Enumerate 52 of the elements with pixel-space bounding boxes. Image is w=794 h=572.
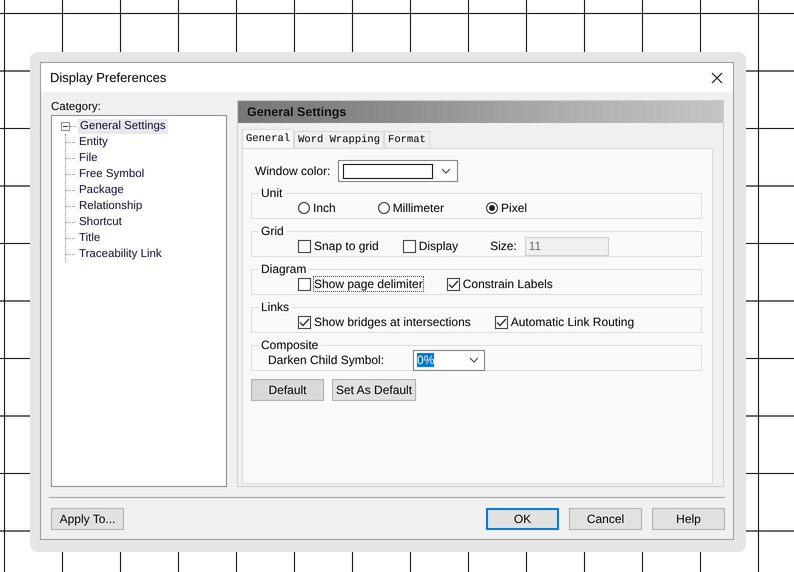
- tree-item[interactable]: Entity: [77, 134, 110, 150]
- tree-item[interactable]: Title: [77, 230, 102, 246]
- panel-button[interactable]: Set As Default: [332, 379, 416, 401]
- group-title: Grid: [260, 225, 285, 237]
- apply-to-button[interactable]: Apply To...: [51, 508, 124, 530]
- option-label: Millimeter: [392, 201, 444, 215]
- checkbox[interactable]: [298, 278, 311, 290]
- option-label: Display: [418, 239, 458, 253]
- chevron-down-icon: [469, 357, 480, 363]
- tree-item[interactable]: General Settings: [78, 118, 168, 134]
- radio-button[interactable]: [378, 202, 390, 214]
- group-title: Composite: [260, 339, 320, 351]
- chevron-down-icon: [441, 168, 452, 174]
- dialog-button[interactable]: OK: [486, 508, 559, 530]
- dialog-button[interactable]: Cancel: [569, 508, 642, 530]
- window-title: Display Preferences: [50, 70, 168, 85]
- dialog-button[interactable]: Help: [652, 508, 725, 530]
- checkbox[interactable]: [446, 278, 460, 290]
- checkbox[interactable]: [298, 316, 311, 328]
- panel-button[interactable]: Default: [251, 379, 324, 401]
- category-label: Category:: [51, 100, 102, 114]
- group-title: Diagram: [260, 263, 308, 275]
- tree-item[interactable]: File: [77, 150, 100, 166]
- option-label: Inch: [313, 201, 336, 215]
- group-title: Unit: [260, 187, 284, 199]
- color-dropdown[interactable]: [338, 160, 458, 182]
- option-label: Pixel: [501, 201, 528, 215]
- tree-item[interactable]: Package: [77, 182, 126, 198]
- tree-item[interactable]: Traceability Link: [77, 246, 164, 262]
- tab[interactable]: Format: [384, 131, 430, 148]
- tree-item[interactable]: Free Symbol: [77, 166, 146, 182]
- panel-header: General Settings: [238, 101, 723, 123]
- option-label: Constrain Labels: [462, 277, 553, 291]
- radio-button[interactable]: [298, 202, 310, 214]
- tab[interactable]: General: [242, 129, 294, 148]
- option-label: Show bridges at intersections: [314, 315, 471, 329]
- checkbox[interactable]: [494, 316, 508, 328]
- checkbox[interactable]: [402, 240, 416, 252]
- close-icon[interactable]: [711, 72, 723, 84]
- radio-button[interactable]: [486, 202, 498, 214]
- tree-item[interactable]: Relationship: [77, 198, 144, 214]
- option-label: Automatic Link Routing: [510, 315, 634, 329]
- option-label: Snap to grid: [314, 239, 379, 253]
- field-label: Size:: [490, 239, 517, 253]
- tab[interactable]: Word Wrapping: [294, 131, 384, 148]
- field-label: Darken Child Symbol:: [268, 353, 384, 367]
- tree-item[interactable]: Shortcut: [77, 214, 124, 230]
- checkbox[interactable]: [298, 240, 311, 252]
- dropdown[interactable]: 0%: [413, 350, 486, 370]
- field-label: Window color:: [255, 164, 330, 178]
- group-title: Links: [260, 301, 290, 313]
- option-label: Show page delimiter: [314, 277, 423, 291]
